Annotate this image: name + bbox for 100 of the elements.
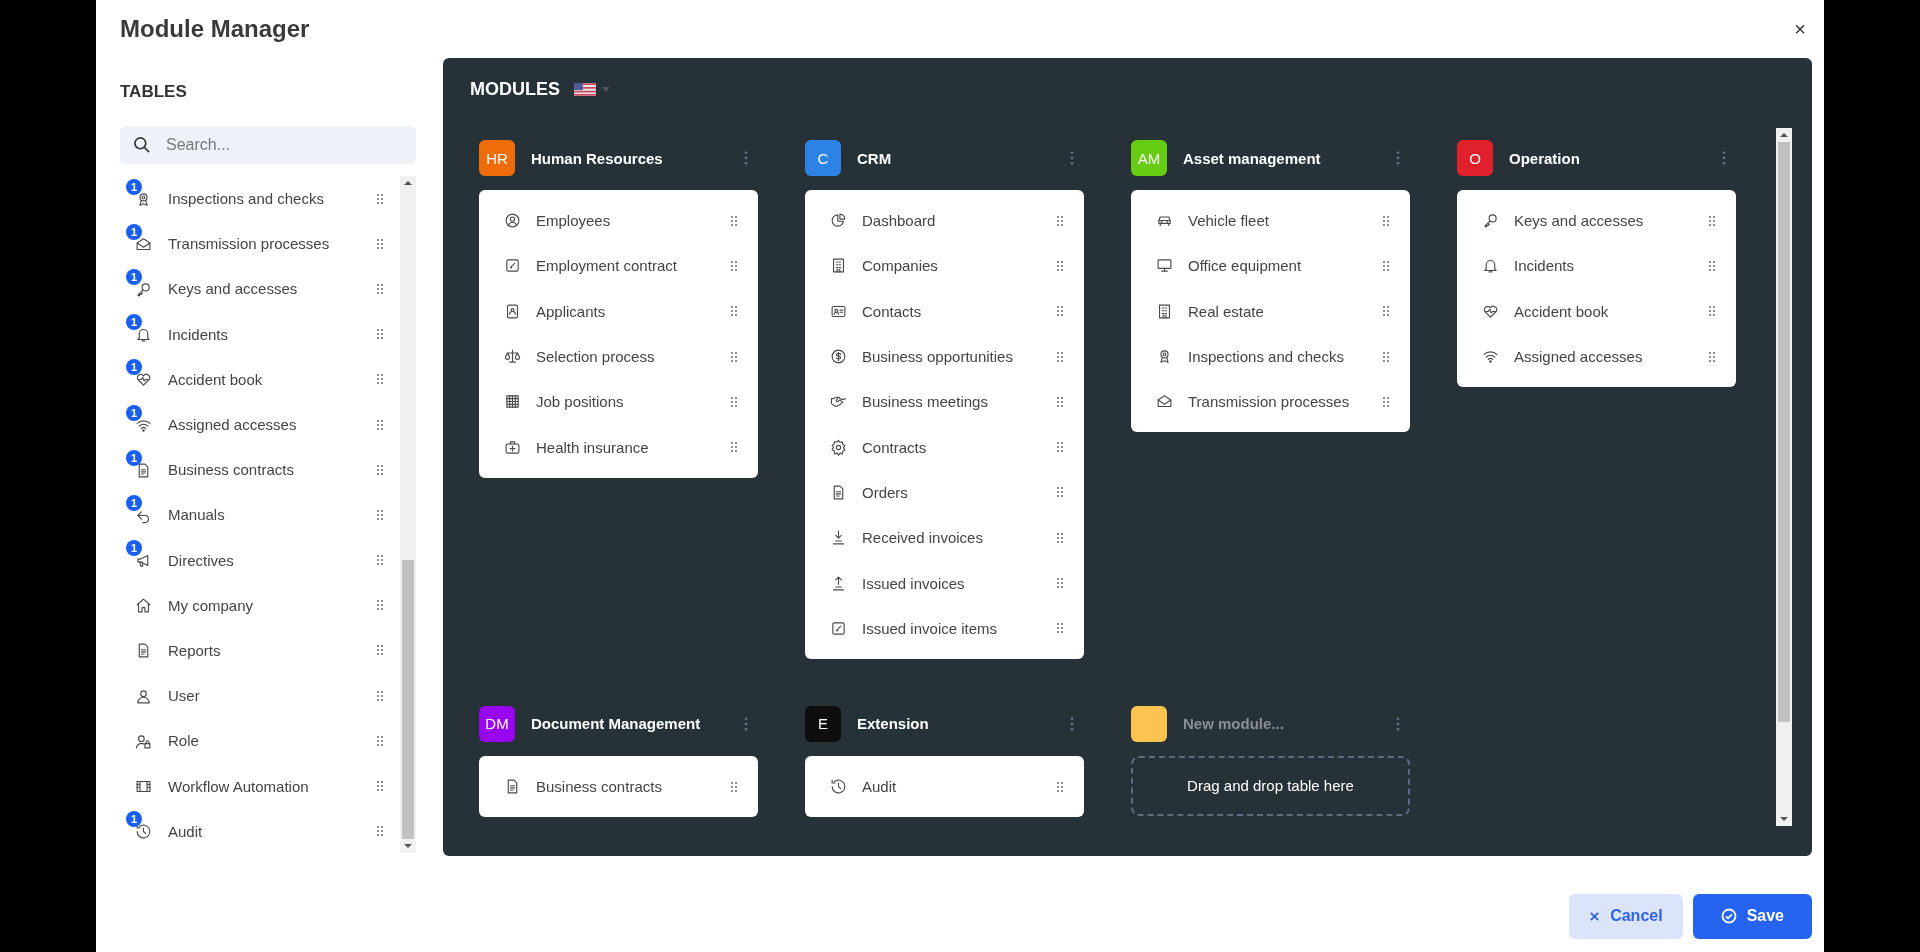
search-field[interactable]: Search... — [120, 126, 416, 164]
drag-handle-icon[interactable] — [1382, 259, 1390, 272]
module-table-item[interactable]: Issued invoices — [805, 560, 1084, 606]
drag-handle-icon[interactable] — [376, 282, 384, 295]
drag-handle-icon[interactable] — [376, 192, 384, 205]
module-table-item[interactable]: Dashboard — [805, 198, 1084, 244]
table-list-item[interactable]: 1 Directives — [120, 537, 400, 583]
drag-handle-icon[interactable] — [730, 305, 738, 318]
drag-handle-icon[interactable] — [376, 554, 384, 567]
drag-handle-icon[interactable] — [1056, 531, 1064, 544]
drag-handle-icon[interactable] — [1708, 350, 1716, 363]
drag-handle-icon[interactable] — [376, 373, 384, 386]
module-table-item[interactable]: Office equipment — [1131, 243, 1410, 289]
more-options-icon[interactable] — [1722, 151, 1726, 165]
close-button[interactable]: × — [1788, 15, 1812, 43]
module-table-item[interactable]: Incidents — [1457, 243, 1736, 289]
drag-handle-icon[interactable] — [1056, 577, 1064, 589]
drag-handle-icon[interactable] — [1056, 486, 1064, 499]
module-table-item[interactable]: Business opportunities — [805, 333, 1084, 380]
table-list-item[interactable]: 1 Manuals — [120, 492, 400, 538]
module-table-item[interactable]: Business contracts — [479, 763, 758, 810]
drag-handle-icon[interactable] — [730, 259, 738, 272]
table-list-item[interactable]: Workflow Automation — [120, 763, 400, 809]
module-table-item[interactable]: Keys and accesses — [1457, 198, 1736, 244]
drag-handle-icon[interactable] — [730, 441, 738, 454]
scrollbar[interactable] — [1776, 128, 1792, 826]
drop-zone[interactable]: Drag and drop table here — [1131, 755, 1410, 816]
drag-handle-icon[interactable] — [1056, 350, 1064, 363]
drag-handle-icon[interactable] — [376, 328, 384, 341]
drag-handle-icon[interactable] — [376, 599, 384, 612]
drag-handle-icon[interactable] — [730, 214, 738, 227]
module-table-item[interactable]: Audit — [805, 763, 1084, 810]
drag-handle-icon[interactable] — [376, 689, 384, 702]
drag-handle-icon[interactable] — [1056, 214, 1064, 227]
drag-handle-icon[interactable] — [1056, 305, 1064, 318]
drag-handle-icon[interactable] — [376, 418, 384, 431]
drag-handle-icon[interactable] — [376, 780, 384, 793]
module-table-item[interactable]: Business meetings — [805, 379, 1084, 425]
table-list-item[interactable]: 1 Inspections and checks — [120, 176, 400, 222]
more-options-icon[interactable] — [1070, 716, 1074, 731]
more-options-icon[interactable] — [744, 151, 748, 165]
table-list-item[interactable]: 1 Transmission processes — [120, 221, 400, 267]
module-table-item[interactable]: Selection process — [479, 333, 758, 380]
drag-handle-icon[interactable] — [1382, 350, 1390, 363]
table-list-item[interactable]: 1 Business contracts — [120, 447, 400, 493]
table-list-item[interactable]: 1 Accident book — [120, 356, 400, 402]
module-table-item[interactable]: Orders — [805, 469, 1084, 516]
module-table-item[interactable]: Health insurance — [479, 424, 758, 470]
table-list-item[interactable]: 1 Audit — [120, 808, 400, 854]
more-options-icon[interactable] — [1070, 151, 1074, 165]
more-options-icon[interactable] — [744, 716, 748, 731]
module-table-item[interactable]: Applicants — [479, 288, 758, 334]
drag-handle-icon[interactable] — [1708, 259, 1716, 272]
module-table-item[interactable]: Transmission processes — [1131, 379, 1410, 425]
drag-handle-icon[interactable] — [376, 825, 384, 838]
drag-handle-icon[interactable] — [1382, 305, 1390, 318]
table-icon — [504, 438, 521, 456]
module-table-item[interactable]: Issued invoice items — [805, 605, 1084, 651]
drag-handle-icon[interactable] — [1056, 395, 1064, 408]
table-list-item[interactable]: User — [120, 673, 400, 719]
module-table-item[interactable]: Received invoices — [805, 515, 1084, 561]
drag-handle-icon[interactable] — [1708, 305, 1716, 318]
module-table-item[interactable]: Companies — [805, 243, 1084, 289]
drag-handle-icon[interactable] — [1056, 441, 1064, 454]
scrollbar[interactable] — [400, 176, 416, 853]
module-table-item[interactable]: Job positions — [479, 379, 758, 425]
drag-handle-icon[interactable] — [1056, 780, 1064, 793]
drag-handle-icon[interactable] — [376, 644, 384, 657]
drag-handle-icon[interactable] — [730, 395, 738, 408]
table-list-item[interactable]: 1 Incidents — [120, 311, 400, 357]
drag-handle-icon[interactable] — [1382, 214, 1390, 227]
table-list-item[interactable]: 1 Keys and accesses — [120, 266, 400, 312]
save-button[interactable]: Save — [1692, 893, 1812, 939]
more-options-icon[interactable] — [1396, 716, 1400, 731]
drag-handle-icon[interactable] — [1708, 214, 1716, 227]
table-list-item[interactable]: 1 Assigned accesses — [120, 401, 400, 448]
drag-handle-icon[interactable] — [1382, 395, 1390, 408]
drag-handle-icon[interactable] — [730, 780, 738, 793]
table-list-item[interactable]: My company — [120, 582, 400, 628]
drag-handle-icon[interactable] — [376, 463, 384, 476]
drag-handle-icon[interactable] — [376, 237, 384, 250]
drag-handle-icon[interactable] — [376, 734, 384, 747]
language-selector[interactable] — [574, 82, 610, 96]
module-table-item[interactable]: Vehicle fleet — [1131, 198, 1410, 244]
cancel-button[interactable]: Cancel — [1569, 893, 1683, 939]
table-list-item[interactable]: Role — [120, 718, 400, 764]
module-table-item[interactable]: Accident book — [1457, 288, 1736, 334]
drag-handle-icon[interactable] — [376, 508, 384, 521]
module-table-item[interactable]: Real estate — [1131, 288, 1410, 334]
table-list-item[interactable]: Reports — [120, 627, 400, 674]
module-table-item[interactable]: Contracts — [805, 424, 1084, 470]
drag-handle-icon[interactable] — [1056, 622, 1064, 635]
module-table-item[interactable]: Inspections and checks — [1131, 333, 1410, 380]
module-table-item[interactable]: Employees — [479, 198, 758, 244]
module-table-item[interactable]: Employment contract — [479, 243, 758, 289]
more-options-icon[interactable] — [1396, 151, 1400, 165]
module-table-item[interactable]: Contacts — [805, 288, 1084, 334]
drag-handle-icon[interactable] — [730, 350, 738, 363]
module-table-item[interactable]: Assigned accesses — [1457, 333, 1736, 380]
drag-handle-icon[interactable] — [1056, 259, 1064, 272]
